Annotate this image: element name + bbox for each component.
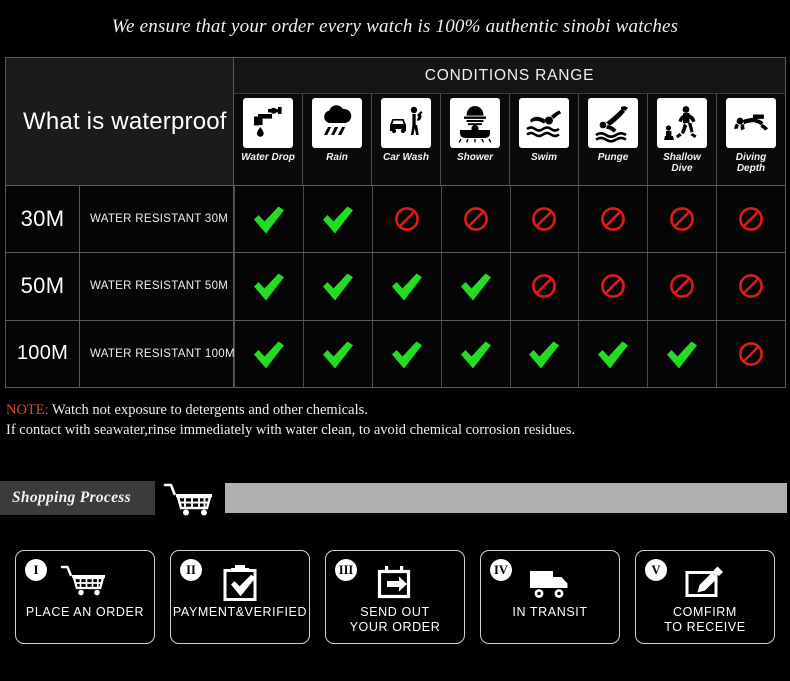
check-mark-icon [302,320,372,387]
shopping-process-label: Shopping Process [12,489,131,506]
table-row: 100M WATER RESISTANT 100M [6,319,785,387]
condition-label: Diving Depth [735,152,767,174]
clipboard-check-icon [219,563,261,603]
process-step[interactable]: II PAYMENT&VERIFIED [170,550,310,644]
shower-icon [450,98,500,148]
condition-cell: Punge [578,94,647,185]
check-mark-icon [578,320,648,387]
check-mark-icon [440,320,510,387]
waterproof-table: What is waterproof CONDITIONS RANGE Wate… [5,57,786,388]
page-title: We ensure that your order every watch is… [111,16,679,37]
step-numeral-badge: V [645,559,667,581]
row-depth: 50M [6,253,80,320]
condition-cell: Shower [440,94,509,185]
process-steps: I PLACE AN ORDER II PAYMENT&VERIFIED III SEND… [15,550,775,644]
prohibited-icon [578,186,648,253]
shopping-cart-icon [60,563,110,603]
check-mark-icon [647,320,717,387]
condition-label: Water Drop [241,152,295,163]
swimmer-icon [519,98,569,148]
table-body: 30M WATER RESISTANT 30M 50M WATER RESISTANT… [6,185,785,387]
condition-cell: Swim [509,94,578,185]
table-row: 30M WATER RESISTANT 30M [6,185,785,253]
table-header: What is waterproof CONDITIONS RANGE Wate… [6,58,785,185]
row-description: WATER RESISTANT 100M [80,320,235,387]
check-mark-icon [302,253,372,320]
condition-cell: Car Wash [371,94,440,185]
check-mark-icon [302,186,372,253]
note-label: NOTE: [6,402,49,418]
prohibited-icon [509,186,579,253]
prohibited-icon [716,186,785,253]
check-mark-icon [371,320,441,387]
conditions-range-title: CONDITIONS RANGE [234,58,785,94]
step-label: SEND OUT YOUR ORDER [349,605,441,634]
prohibited-icon [647,253,717,320]
car-wash-icon [381,98,431,148]
check-mark-icon [234,253,303,320]
prohibited-icon [440,186,510,253]
condition-label: Rain [326,152,348,163]
process-step[interactable]: I PLACE AN ORDER [15,550,155,644]
row-depth: 30M [6,186,80,253]
note-text-1: Watch not exposure to detergents and oth… [48,402,368,418]
condition-cell: Diving Depth [716,94,785,185]
shopping-cart-icon [163,482,217,521]
process-step[interactable]: IV IN TRANSIT [480,550,620,644]
condition-cell: Shallow Dive [647,94,716,185]
step-label: PLACE AN ORDER [25,605,145,619]
faucet-drip-icon [243,98,293,148]
conditions-header: CONDITIONS RANGE Water Drop Rain Car Wash S… [234,58,785,185]
condition-cell: Rain [302,94,371,185]
condition-label: Shower [456,152,494,163]
process-step[interactable]: III SEND OUT YOUR ORDER [325,550,465,644]
check-mark-icon [440,253,510,320]
step-label: PAYMENT&VERIFIED [172,605,308,619]
check-mark-icon [371,253,441,320]
process-step[interactable]: V COMFIRM TO RECEIVE [635,550,775,644]
step-numeral-badge: II [180,559,202,581]
check-mark-icon [509,320,579,387]
row-description: WATER RESISTANT 50M [80,253,234,320]
step-numeral-badge: I [25,559,47,581]
condition-label: Punge [597,152,629,163]
prohibited-icon [716,253,785,320]
plunge-dive-icon [588,98,638,148]
prohibited-icon [716,320,785,387]
sign-document-icon [683,563,727,603]
condition-label: Swim [530,152,558,163]
step-label: COMFIRM TO RECEIVE [664,605,746,634]
condition-label: Car Wash [383,152,429,163]
step-label: IN TRANSIT [512,605,588,619]
check-mark-icon [234,186,303,253]
shopping-process-bar: Shopping Process [0,481,790,517]
shopping-process-track [225,483,787,513]
prohibited-icon [578,253,648,320]
condition-cell: Water Drop [234,94,302,185]
table-title: What is waterproof [23,107,227,135]
prohibited-icon [371,186,441,253]
note-block: NOTE: Watch not exposure to detergents a… [6,400,776,440]
scuba-diver-icon [726,98,776,148]
delivery-truck-icon [527,563,573,603]
note-line-1: NOTE: Watch not exposure to detergents a… [6,400,776,420]
step-numeral-badge: IV [490,559,512,581]
prohibited-icon [509,253,579,320]
shallow-dive-icon [657,98,707,148]
row-description: WATER RESISTANT 30M [80,186,234,253]
conditions-list: Water Drop Rain Car Wash Shower Swim Punge Sha… [234,94,785,185]
condition-label: Shallow Dive [663,152,701,174]
check-mark-icon [234,320,303,387]
prohibited-icon [647,186,717,253]
package-out-icon [374,563,416,603]
row-depth: 100M [6,320,80,387]
step-numeral-badge: III [335,559,357,581]
table-title-cell: What is waterproof [6,58,234,185]
rain-cloud-icon [312,98,362,148]
table-row: 50M WATER RESISTANT 50M [6,252,785,320]
shopping-process-tag: Shopping Process [0,481,155,515]
note-line-2: If contact with seawater,rinse immediate… [6,422,576,438]
